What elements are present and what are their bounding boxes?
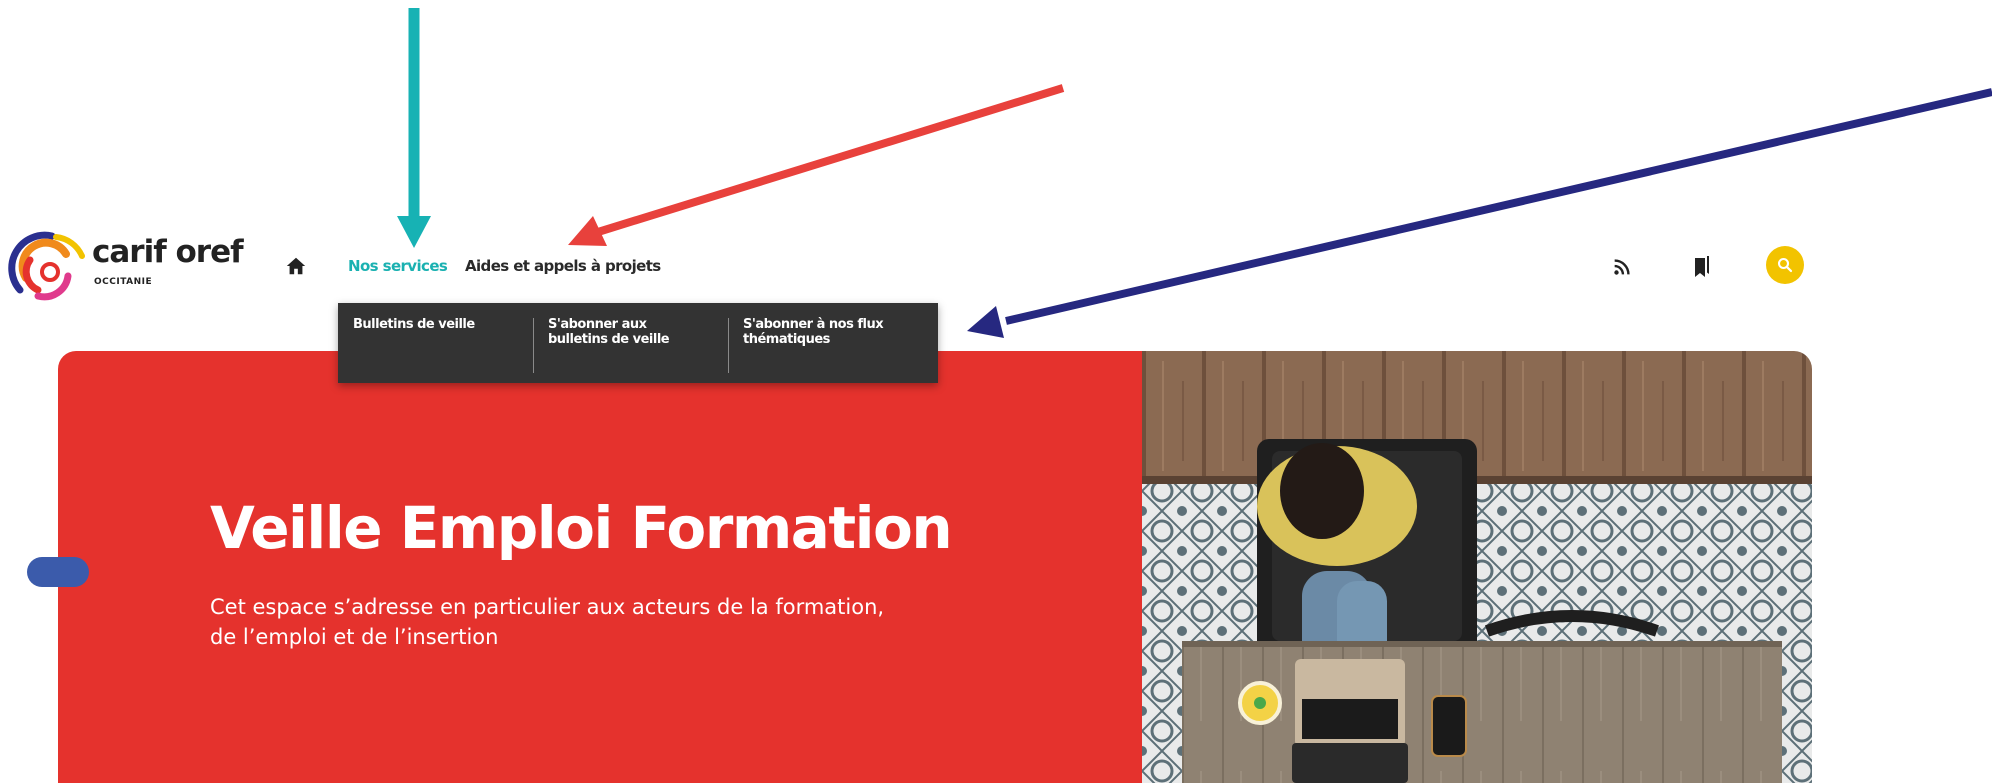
- bookmark-icon[interactable]: [1691, 254, 1713, 280]
- logo-region: OCCITANIE: [94, 277, 153, 287]
- hero-image: [1142, 351, 1812, 783]
- hero-description-line: Cet espace s’adresse en particulier aux …: [210, 595, 885, 619]
- side-tab-button[interactable]: [27, 557, 89, 587]
- hero-title: Veille Emploi Formation: [210, 494, 953, 562]
- menu-divider: [728, 318, 729, 373]
- search-icon: [1777, 257, 1793, 273]
- teal-arrow: [397, 8, 431, 248]
- nav-nos-services[interactable]: Nos services: [348, 257, 448, 275]
- menu-item-abonner-flux[interactable]: S'abonner à nos flux thématiques: [743, 317, 913, 347]
- hero-description: Cet espace s’adresse en particulier aux …: [210, 592, 930, 652]
- hero-description-line: de l’emploi et de l’insertion: [210, 625, 499, 649]
- nav-aides-appels-projets[interactable]: Aides et appels à projets: [465, 257, 661, 275]
- menu-item-bulletins-de-veille[interactable]: Bulletins de veille: [353, 317, 513, 332]
- menu-item-abonner-bulletins[interactable]: S'abonner aux bulletins de veille: [548, 317, 688, 347]
- red-arrow: [568, 84, 1065, 246]
- site-logo[interactable]: carif oref OCCITANIE: [8, 230, 248, 308]
- menu-divider: [533, 318, 534, 373]
- rss-icon[interactable]: [1611, 256, 1633, 278]
- home-icon[interactable]: [285, 255, 307, 277]
- services-dropdown-menu: Bulletins de veille S'abonner aux bullet…: [338, 303, 938, 383]
- search-button[interactable]: [1766, 246, 1804, 284]
- logo-name: carif oref: [92, 234, 244, 270]
- logo-mark-icon: [8, 231, 85, 301]
- navy-arrow: [967, 88, 1992, 338]
- hero-banner: [58, 351, 1142, 783]
